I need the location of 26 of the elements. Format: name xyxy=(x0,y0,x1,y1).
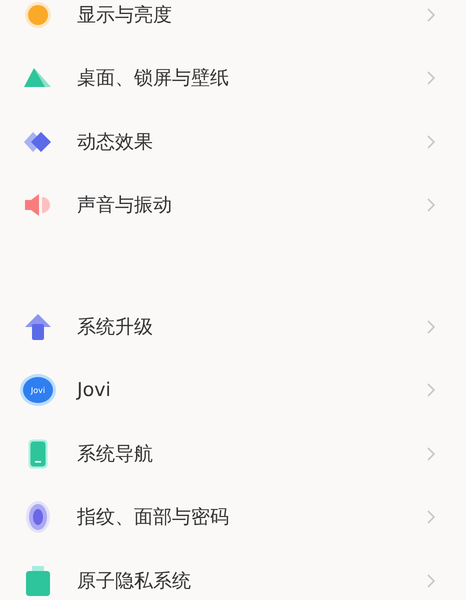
settings-item[interactable]: 原子隐私系统 xyxy=(0,549,466,600)
chevron-right-icon xyxy=(427,383,435,398)
chevron-right-icon xyxy=(427,446,435,461)
settings-item[interactable]: Jovi Jovi xyxy=(0,358,466,422)
chevron-right-icon xyxy=(427,574,435,588)
chevron-right-icon xyxy=(427,71,435,86)
settings-item[interactable]: 桌面、锁屏与壁纸 xyxy=(0,46,466,110)
settings-item[interactable]: 系统导航 xyxy=(0,422,466,486)
sun-icon xyxy=(24,0,52,29)
jovi-logo-icon: Jovi xyxy=(23,377,53,404)
settings-item[interactable]: 系统升级 xyxy=(0,295,466,358)
speaker-icon xyxy=(23,192,53,218)
fingerprint-icon xyxy=(26,501,50,534)
settings-item[interactable]: 显示与亮度 xyxy=(0,0,466,46)
phone-icon xyxy=(28,438,48,469)
settings-item[interactable]: 声音与振动 xyxy=(0,174,466,237)
chevron-right-icon xyxy=(427,134,435,149)
mountain-icon xyxy=(23,67,53,90)
settings-item[interactable]: 指纹、面部与密码 xyxy=(0,486,466,549)
chevron-right-icon xyxy=(427,198,435,212)
chevron-right-icon xyxy=(427,8,435,22)
chevron-right-icon xyxy=(427,320,435,334)
battery-icon xyxy=(26,566,50,596)
up-arrow-icon xyxy=(24,312,52,341)
settings-item[interactable]: 动态效果 xyxy=(0,110,466,174)
chevron-right-icon xyxy=(427,510,435,524)
